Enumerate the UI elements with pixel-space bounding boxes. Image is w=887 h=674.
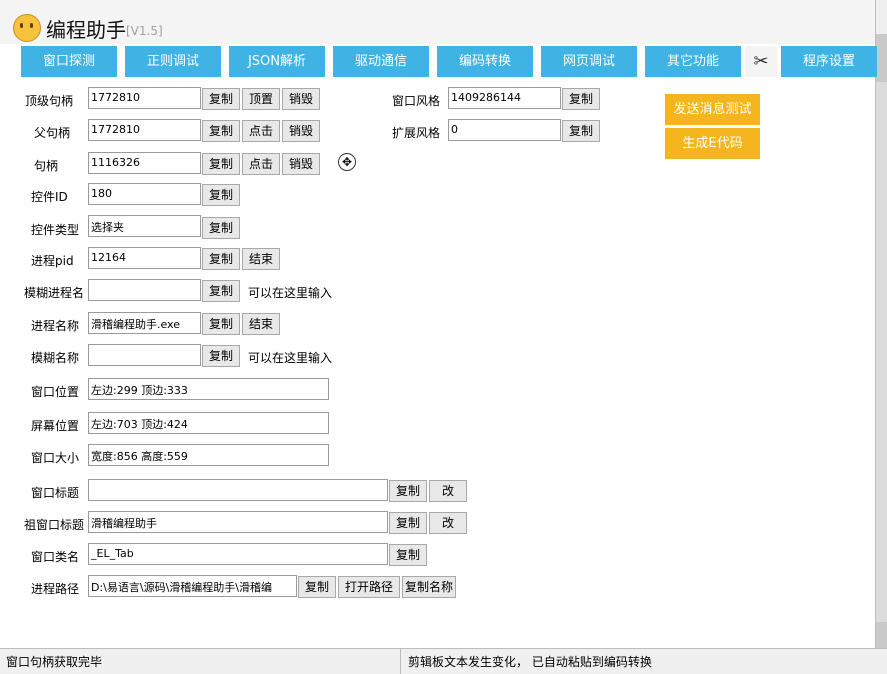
process-pid-end-button[interactable]: 结束 bbox=[242, 248, 280, 270]
handle-label: 句柄 bbox=[34, 159, 59, 173]
process-name-end-button[interactable]: 结束 bbox=[242, 313, 280, 335]
window-title-label: 窗口标题 bbox=[31, 486, 80, 500]
window-style-input[interactable]: 1409286144 bbox=[448, 87, 561, 109]
process-path-copy-button[interactable]: 复制 bbox=[298, 576, 336, 598]
process-path-label: 进程路径 bbox=[31, 582, 80, 596]
control-type-copy-button[interactable]: 复制 bbox=[202, 217, 240, 239]
fuzzy-name-hint: 可以在这里输入 bbox=[248, 351, 333, 365]
parent-handle-destroy-button[interactable]: 销毁 bbox=[282, 120, 320, 142]
fuzzy-process-name-hint: 可以在这里输入 bbox=[248, 286, 333, 300]
crosshair-drag-icon[interactable]: ✥ bbox=[338, 153, 356, 171]
window-class-label: 窗口类名 bbox=[31, 550, 80, 564]
screen-position-field[interactable]: 左边:703 顶边:424 bbox=[88, 412, 329, 434]
send-message-test-button[interactable]: 发送消息测试 bbox=[665, 94, 760, 125]
open-path-button[interactable]: 打开路径 bbox=[338, 576, 400, 598]
window-position-field[interactable]: 左边:299 顶边:333 bbox=[88, 378, 329, 400]
tab-bar: 窗口探测 正则调试 JSON解析 驱动通信 编码转换 网页调试 其它功能 ✂ 程… bbox=[0, 46, 877, 78]
status-separator bbox=[400, 649, 401, 674]
scissors-icon[interactable]: ✂ bbox=[745, 46, 777, 77]
root-window-title-edit-button[interactable]: 改 bbox=[429, 512, 467, 534]
window-style-copy-button[interactable]: 复制 bbox=[562, 88, 600, 110]
window-style-label: 窗口风格 bbox=[392, 94, 441, 108]
version-label: [V1.5] bbox=[126, 24, 163, 38]
tab-regex-debug[interactable]: 正则调试 bbox=[125, 46, 221, 77]
status-left-text: 窗口句柄获取完毕 bbox=[6, 655, 103, 669]
top-handle-pin-button[interactable]: 顶置 bbox=[242, 88, 280, 110]
parent-handle-input[interactable]: 1772810 bbox=[88, 119, 201, 141]
top-handle-copy-button[interactable]: 复制 bbox=[202, 88, 240, 110]
top-handle-input[interactable]: 1772810 bbox=[88, 87, 201, 109]
ext-style-input[interactable]: 0 bbox=[448, 119, 561, 141]
process-pid-input[interactable]: 12164 bbox=[88, 247, 201, 269]
process-pid-label: 进程pid bbox=[31, 254, 74, 268]
control-type-input[interactable]: 选择夹 bbox=[88, 215, 201, 237]
fuzzy-process-name-label: 模糊进程名 bbox=[24, 286, 85, 300]
control-type-label: 控件类型 bbox=[31, 223, 80, 237]
handle-destroy-button[interactable]: 销毁 bbox=[282, 153, 320, 175]
status-bar: 窗口句柄获取完毕 剪辑板文本发生变化， 已自动粘贴到编码转换 bbox=[0, 648, 887, 674]
fuzzy-process-name-input[interactable] bbox=[88, 279, 201, 301]
handle-input[interactable]: 1116326 bbox=[88, 152, 201, 174]
parent-handle-click-button[interactable]: 点击 bbox=[242, 120, 280, 142]
tab-encode-convert[interactable]: 编码转换 bbox=[437, 46, 533, 77]
ext-style-copy-button[interactable]: 复制 bbox=[562, 120, 600, 142]
tab-program-settings[interactable]: 程序设置 bbox=[781, 46, 877, 77]
window-size-field[interactable]: 宽度:856 高度:559 bbox=[88, 444, 329, 466]
root-window-title-copy-button[interactable]: 复制 bbox=[389, 512, 427, 534]
process-pid-copy-button[interactable]: 复制 bbox=[202, 248, 240, 270]
process-name-copy-button[interactable]: 复制 bbox=[202, 313, 240, 335]
window-title-edit-button[interactable]: 改 bbox=[429, 480, 467, 502]
fuzzy-name-input[interactable] bbox=[88, 344, 201, 366]
tab-driver-comm[interactable]: 驱动通信 bbox=[333, 46, 429, 77]
parent-handle-copy-button[interactable]: 复制 bbox=[202, 120, 240, 142]
control-id-label: 控件ID bbox=[31, 190, 68, 204]
tab-json-parse[interactable]: JSON解析 bbox=[229, 46, 325, 77]
status-right-text: 剪辑板文本发生变化， 已自动粘贴到编码转换 bbox=[408, 655, 652, 669]
tab-other-functions[interactable]: 其它功能 bbox=[645, 46, 741, 77]
parent-handle-label: 父句柄 bbox=[34, 126, 71, 140]
tab-window-detect[interactable]: 窗口探测 bbox=[21, 46, 117, 77]
control-id-input[interactable]: 180 bbox=[88, 183, 201, 205]
fuzzy-name-label: 模糊名称 bbox=[31, 351, 80, 365]
window-position-label: 窗口位置 bbox=[31, 385, 80, 399]
window-size-label: 窗口大小 bbox=[31, 451, 80, 465]
copy-name-button[interactable]: 复制名称 bbox=[402, 576, 456, 598]
window-title: 编程助手 bbox=[46, 18, 126, 42]
control-id-copy-button[interactable]: 复制 bbox=[202, 184, 240, 206]
screen-position-label: 屏幕位置 bbox=[31, 419, 80, 433]
handle-click-button[interactable]: 点击 bbox=[242, 153, 280, 175]
root-window-title-input[interactable]: 滑稽编程助手 bbox=[88, 511, 388, 533]
root-window-title-label: 祖窗口标题 bbox=[24, 518, 85, 532]
process-path-input[interactable]: D:\易语言\源码\滑稽编程助手\滑稽编 bbox=[88, 575, 297, 597]
title-bar: 编程助手 [V1.5] bbox=[0, 0, 875, 44]
window-title-copy-button[interactable]: 复制 bbox=[389, 480, 427, 502]
main-window: 编程助手 [V1.5] 窗口探测 正则调试 JSON解析 驱动通信 编码转换 网… bbox=[0, 0, 877, 650]
fuzzy-name-copy-button[interactable]: 复制 bbox=[202, 345, 240, 367]
generate-e-code-button[interactable]: 生成E代码 bbox=[665, 128, 760, 159]
handle-copy-button[interactable]: 复制 bbox=[202, 153, 240, 175]
ext-style-label: 扩展风格 bbox=[392, 126, 441, 140]
top-handle-label: 顶级句柄 bbox=[25, 94, 74, 108]
process-name-label: 进程名称 bbox=[31, 319, 80, 333]
smiley-logo-icon bbox=[13, 14, 41, 42]
top-handle-destroy-button[interactable]: 销毁 bbox=[282, 88, 320, 110]
process-name-input[interactable]: 滑稽编程助手.exe bbox=[88, 312, 201, 334]
tab-web-debug[interactable]: 网页调试 bbox=[541, 46, 637, 77]
window-title-input[interactable] bbox=[88, 479, 388, 501]
window-class-copy-button[interactable]: 复制 bbox=[389, 544, 427, 566]
window-class-input[interactable]: _EL_Tab bbox=[88, 543, 388, 565]
fuzzy-process-name-copy-button[interactable]: 复制 bbox=[202, 280, 240, 302]
